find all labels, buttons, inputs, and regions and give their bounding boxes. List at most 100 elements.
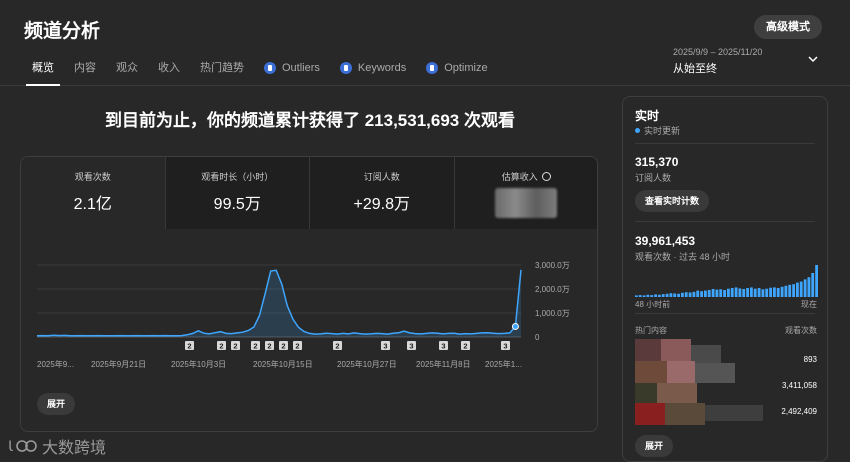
realtime-expand-button[interactable]: 展开 (635, 435, 674, 457)
views-line-chart: 3,000.0万2,000.0万1,000.0万02 2 2 2 2 2 2 2 3 3 3 2 320… (36, 261, 570, 369)
video-marker-label: 2 (295, 342, 299, 351)
video-marker-label: 2 (233, 342, 237, 351)
realtime-bar (642, 295, 646, 297)
realtime-bar (681, 292, 684, 297)
video-marker-label: 3 (409, 342, 413, 351)
tab-label: Keywords (357, 62, 407, 74)
extension-plug-icon (426, 62, 439, 74)
extension-plug-icon (264, 62, 276, 74)
realtime-bar (692, 291, 696, 297)
realtime-bar (765, 288, 769, 297)
realtime-bar (730, 288, 734, 297)
expand-button[interactable]: 展开 (37, 393, 76, 415)
realtime-bar (665, 293, 669, 297)
realtime-bar (646, 294, 650, 297)
video-marker-label: 2 (463, 342, 467, 351)
realtime-bar (803, 279, 807, 297)
y-tick-label: 1,000.0万 (535, 309, 570, 318)
current-point[interactable] (511, 322, 519, 330)
tab-2[interactable]: 观众 (106, 54, 148, 86)
realtime-bar (696, 290, 700, 297)
realtime-bar (757, 288, 761, 297)
tab-label: Outliers (282, 62, 320, 74)
realtime-bar (723, 290, 726, 297)
divider (635, 313, 815, 314)
y-tick-label: 0 (535, 333, 540, 342)
video-marker-label: 3 (503, 342, 507, 351)
tab-3[interactable]: 收入 (148, 54, 190, 86)
subscribers-value: 315,370 (635, 155, 679, 169)
realtime-bar (638, 295, 642, 297)
tab-label: 内容 (74, 62, 96, 74)
realtime-bar (769, 287, 772, 297)
realtime-bar (727, 288, 730, 297)
realtime-bar (669, 293, 673, 297)
realtime-bar (734, 287, 738, 297)
realtime-title: 实时 (635, 109, 660, 123)
tab-7[interactable]: Optimize (416, 54, 497, 86)
video-marker-label: 3 (383, 342, 387, 351)
divider (635, 221, 815, 222)
realtime-bar (707, 290, 711, 297)
realtime-bar (704, 290, 707, 297)
realtime-bar (654, 294, 657, 297)
realtime-bar (807, 277, 811, 297)
realtime-bar (761, 289, 765, 297)
top-content-views: 2,492,409 (781, 407, 817, 416)
x-tick-label: 2025年10月27日 (337, 359, 397, 369)
top-content-views: 893 (803, 355, 817, 364)
tab-4[interactable]: 热门趋势 (190, 54, 254, 86)
realtime-bar (776, 288, 780, 297)
y-tick-label: 3,000.0万 (535, 261, 570, 270)
views-48h-value: 39,961,453 (635, 234, 696, 248)
realtime-bar (661, 294, 665, 297)
extension-plug-icon (339, 62, 352, 74)
realtime-bar (677, 293, 680, 297)
video-marker-label: 2 (281, 342, 285, 351)
tab-label: 概览 (32, 62, 54, 74)
live-count-button[interactable]: 查看实时计数 (635, 190, 710, 212)
realtime-bar (700, 291, 703, 297)
divider (635, 143, 815, 144)
advanced-mode-button[interactable]: 高级模式 (754, 15, 822, 39)
video-marker-label: 2 (335, 342, 339, 351)
realtime-bar (815, 265, 818, 297)
tab-0[interactable]: 概览 (22, 54, 64, 86)
realtime-bar (788, 284, 792, 297)
video-marker-label: 2 (187, 342, 191, 351)
header: 频道分析 高级模式 概览 内容 观众 收入 热门趋势 Outliers Keywords Op… (0, 0, 850, 86)
realtime-live-label: 实时更新 (635, 124, 680, 137)
realtime-bar (780, 286, 784, 297)
realtime-bar (650, 295, 654, 297)
subscribers-label: 订阅人数 (635, 173, 672, 183)
tab-1[interactable]: 内容 (64, 54, 106, 86)
realtime-bar (684, 292, 688, 297)
realtime-bar (784, 285, 788, 297)
tab-label: 热门趋势 (200, 62, 244, 74)
tab-5[interactable]: Outliers (254, 54, 330, 86)
tab-label: Optimize (444, 62, 488, 74)
tab-label: 观众 (116, 62, 138, 74)
realtime-bar (673, 293, 677, 297)
top-content-views: 3,411,058 (782, 381, 817, 390)
watermark-text: 大数跨境 (42, 440, 107, 457)
realtime-bar (715, 289, 719, 297)
tab-label: 收入 (158, 62, 180, 74)
overview-card: 观看次数 2.1亿 观看时长（小时） 99.5万 订阅人数 +29.8万 估算收… (20, 156, 598, 432)
chevron-down-icon[interactable] (808, 54, 818, 64)
x-tick-label: 2025年10月15日 (253, 359, 313, 369)
x-tick-label: 2025年11月8日 (416, 359, 471, 369)
top-content-header: 热门内容 (635, 326, 667, 335)
total-views-headline: 到目前为止，你的频道累计获得了 213,531,693 次观看 (105, 111, 515, 130)
x-tick-label: 2025年10月3日 (171, 359, 226, 369)
top-views-header: 观看次数 (785, 326, 817, 335)
realtime-bar (635, 295, 638, 297)
video-marker-label: 2 (267, 342, 271, 351)
axis-start-label: 48 小时前 (635, 300, 671, 309)
date-range-label[interactable]: 从始至终 (673, 60, 717, 76)
video-marker-label: 3 (441, 342, 445, 351)
realtime-bar (750, 287, 753, 297)
page-title: 频道分析 (24, 21, 101, 42)
tab-bar: 概览 内容 观众 收入 热门趋势 Outliers Keywords Optimize (22, 54, 498, 86)
tab-6[interactable]: Keywords (330, 54, 416, 86)
